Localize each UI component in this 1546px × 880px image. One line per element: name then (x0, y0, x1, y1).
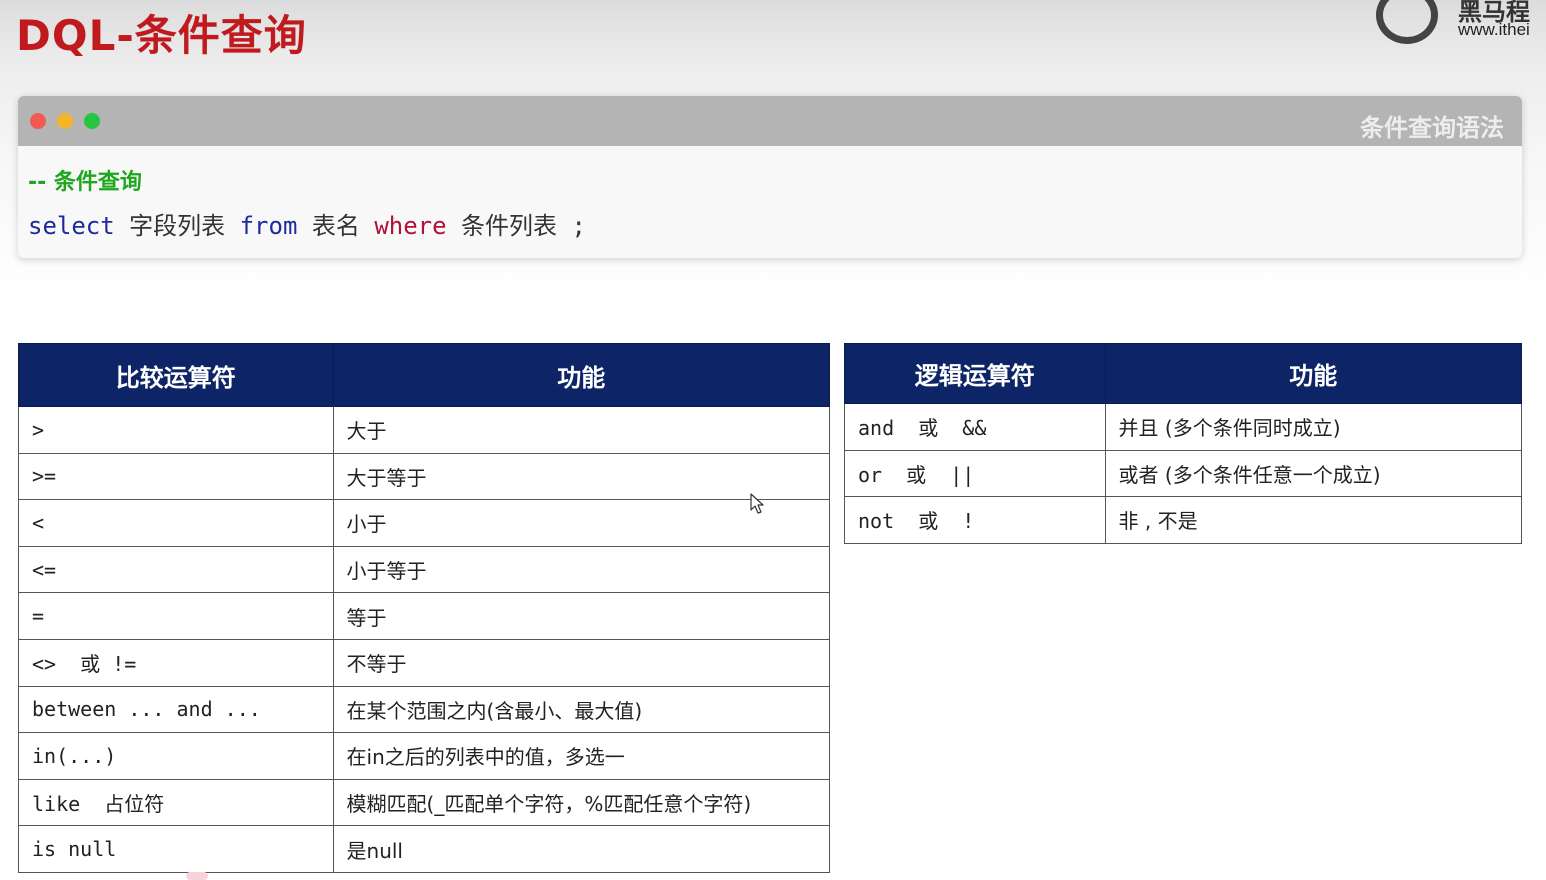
token-table: 表名 (311, 212, 360, 240)
keyword-from: from (239, 212, 298, 240)
operator-cell: in(...) (18, 732, 334, 780)
function-cell: 或者 (多个条件任意一个成立) (1104, 449, 1523, 497)
operator-cell: between ... and ... (18, 685, 334, 734)
operator-cell: <= (18, 545, 334, 594)
header-function: 功能 (1104, 343, 1523, 404)
function-cell: 非 , 不是 (1104, 496, 1523, 544)
table-header-row: 比较运算符 功能 (18, 343, 831, 407)
table-row: is null 是null (18, 825, 831, 873)
table-header-row: 逻辑运算符 功能 (844, 343, 1523, 404)
function-cell: 大于 (332, 406, 831, 454)
table-row: not 或 ! 非 , 不是 (844, 496, 1523, 544)
maximize-dot-icon (84, 113, 100, 129)
table-row: like 占位符 模糊匹配(_匹配单个字符，%匹配任意个字符) (18, 778, 831, 827)
function-cell: 并且 (多个条件同时成立) (1104, 403, 1523, 451)
operator-cell: is null (18, 825, 334, 873)
header-function: 功能 (332, 343, 831, 407)
table-row: > 大于 (18, 406, 831, 454)
token-fields: 字段列表 (129, 212, 226, 240)
operator-cell: = (18, 592, 334, 640)
operator-cell: like 占位符 (18, 778, 334, 827)
minimize-dot-icon (57, 113, 73, 129)
keyword-where: where (374, 212, 447, 240)
operator-cell: <> 或 != (18, 638, 334, 687)
header-operator: 逻辑运算符 (844, 343, 1106, 404)
function-cell: 是null (332, 825, 831, 873)
comparison-operators-table: 比较运算符 功能 > 大于 >= 大于等于 < 小于 <= 小于等于 = 等于 <> 或 … (18, 343, 831, 873)
table-row: in(...) 在in之后的列表中的值，多选一 (18, 732, 831, 780)
logo-url: www.ithei (1458, 20, 1530, 39)
operator-cell: and 或 && (844, 403, 1106, 451)
function-cell: 小于等于 (332, 545, 831, 594)
decorative-mark (186, 872, 208, 880)
table-row: < 小于 (18, 499, 831, 547)
logical-operators-table: 逻辑运算符 功能 and 或 && 并且 (多个条件同时成立) or 或 || 或者… (844, 343, 1523, 544)
brand-logo: 黑马程 www.ithei (1372, 0, 1546, 50)
operator-cell: not 或 ! (844, 496, 1106, 544)
code-comment: -- 条件查询 (28, 170, 142, 195)
operator-cell: >= (18, 452, 334, 501)
table-row: <= 小于等于 (18, 545, 831, 594)
function-cell: 不等于 (332, 638, 831, 687)
function-cell: 在in之后的列表中的值，多选一 (332, 732, 831, 780)
table-row: = 等于 (18, 592, 831, 640)
operator-cell: or 或 || (844, 449, 1106, 497)
table-row: or 或 || 或者 (多个条件任意一个成立) (844, 449, 1523, 497)
table-row: and 或 && 并且 (多个条件同时成立) (844, 403, 1523, 451)
operator-cell: > (18, 406, 334, 454)
code-line: select 字段列表 from 表名 where 条件列表 ; (28, 206, 586, 241)
function-cell: 在某个范围之内(含最小、最大值) (332, 685, 831, 734)
slide-title: DQL-条件查询 (16, 11, 307, 60)
function-cell: 等于 (332, 592, 831, 640)
mouse-pointer-icon (750, 493, 764, 514)
logo-emblem-icon (1376, 0, 1438, 44)
function-cell: 模糊匹配(_匹配单个字符，%匹配任意个字符) (332, 778, 831, 827)
token-conditions: 条件列表 (461, 212, 558, 240)
code-panel: 条件查询语法 -- 条件查询 select 字段列表 from 表名 where… (18, 96, 1522, 258)
operator-cell: < (18, 499, 334, 547)
token-semicolon: ; (571, 212, 586, 240)
table-row: between ... and ... 在某个范围之内(含最小、最大值) (18, 685, 831, 734)
table-row: >= 大于等于 (18, 452, 831, 501)
code-panel-titlebar: 条件查询语法 (18, 96, 1522, 146)
code-panel-title: 条件查询语法 (1360, 114, 1504, 142)
header-operator: 比较运算符 (18, 343, 334, 407)
table-row: <> 或 != 不等于 (18, 638, 831, 687)
close-dot-icon (30, 113, 46, 129)
keyword-select: select (28, 212, 115, 240)
